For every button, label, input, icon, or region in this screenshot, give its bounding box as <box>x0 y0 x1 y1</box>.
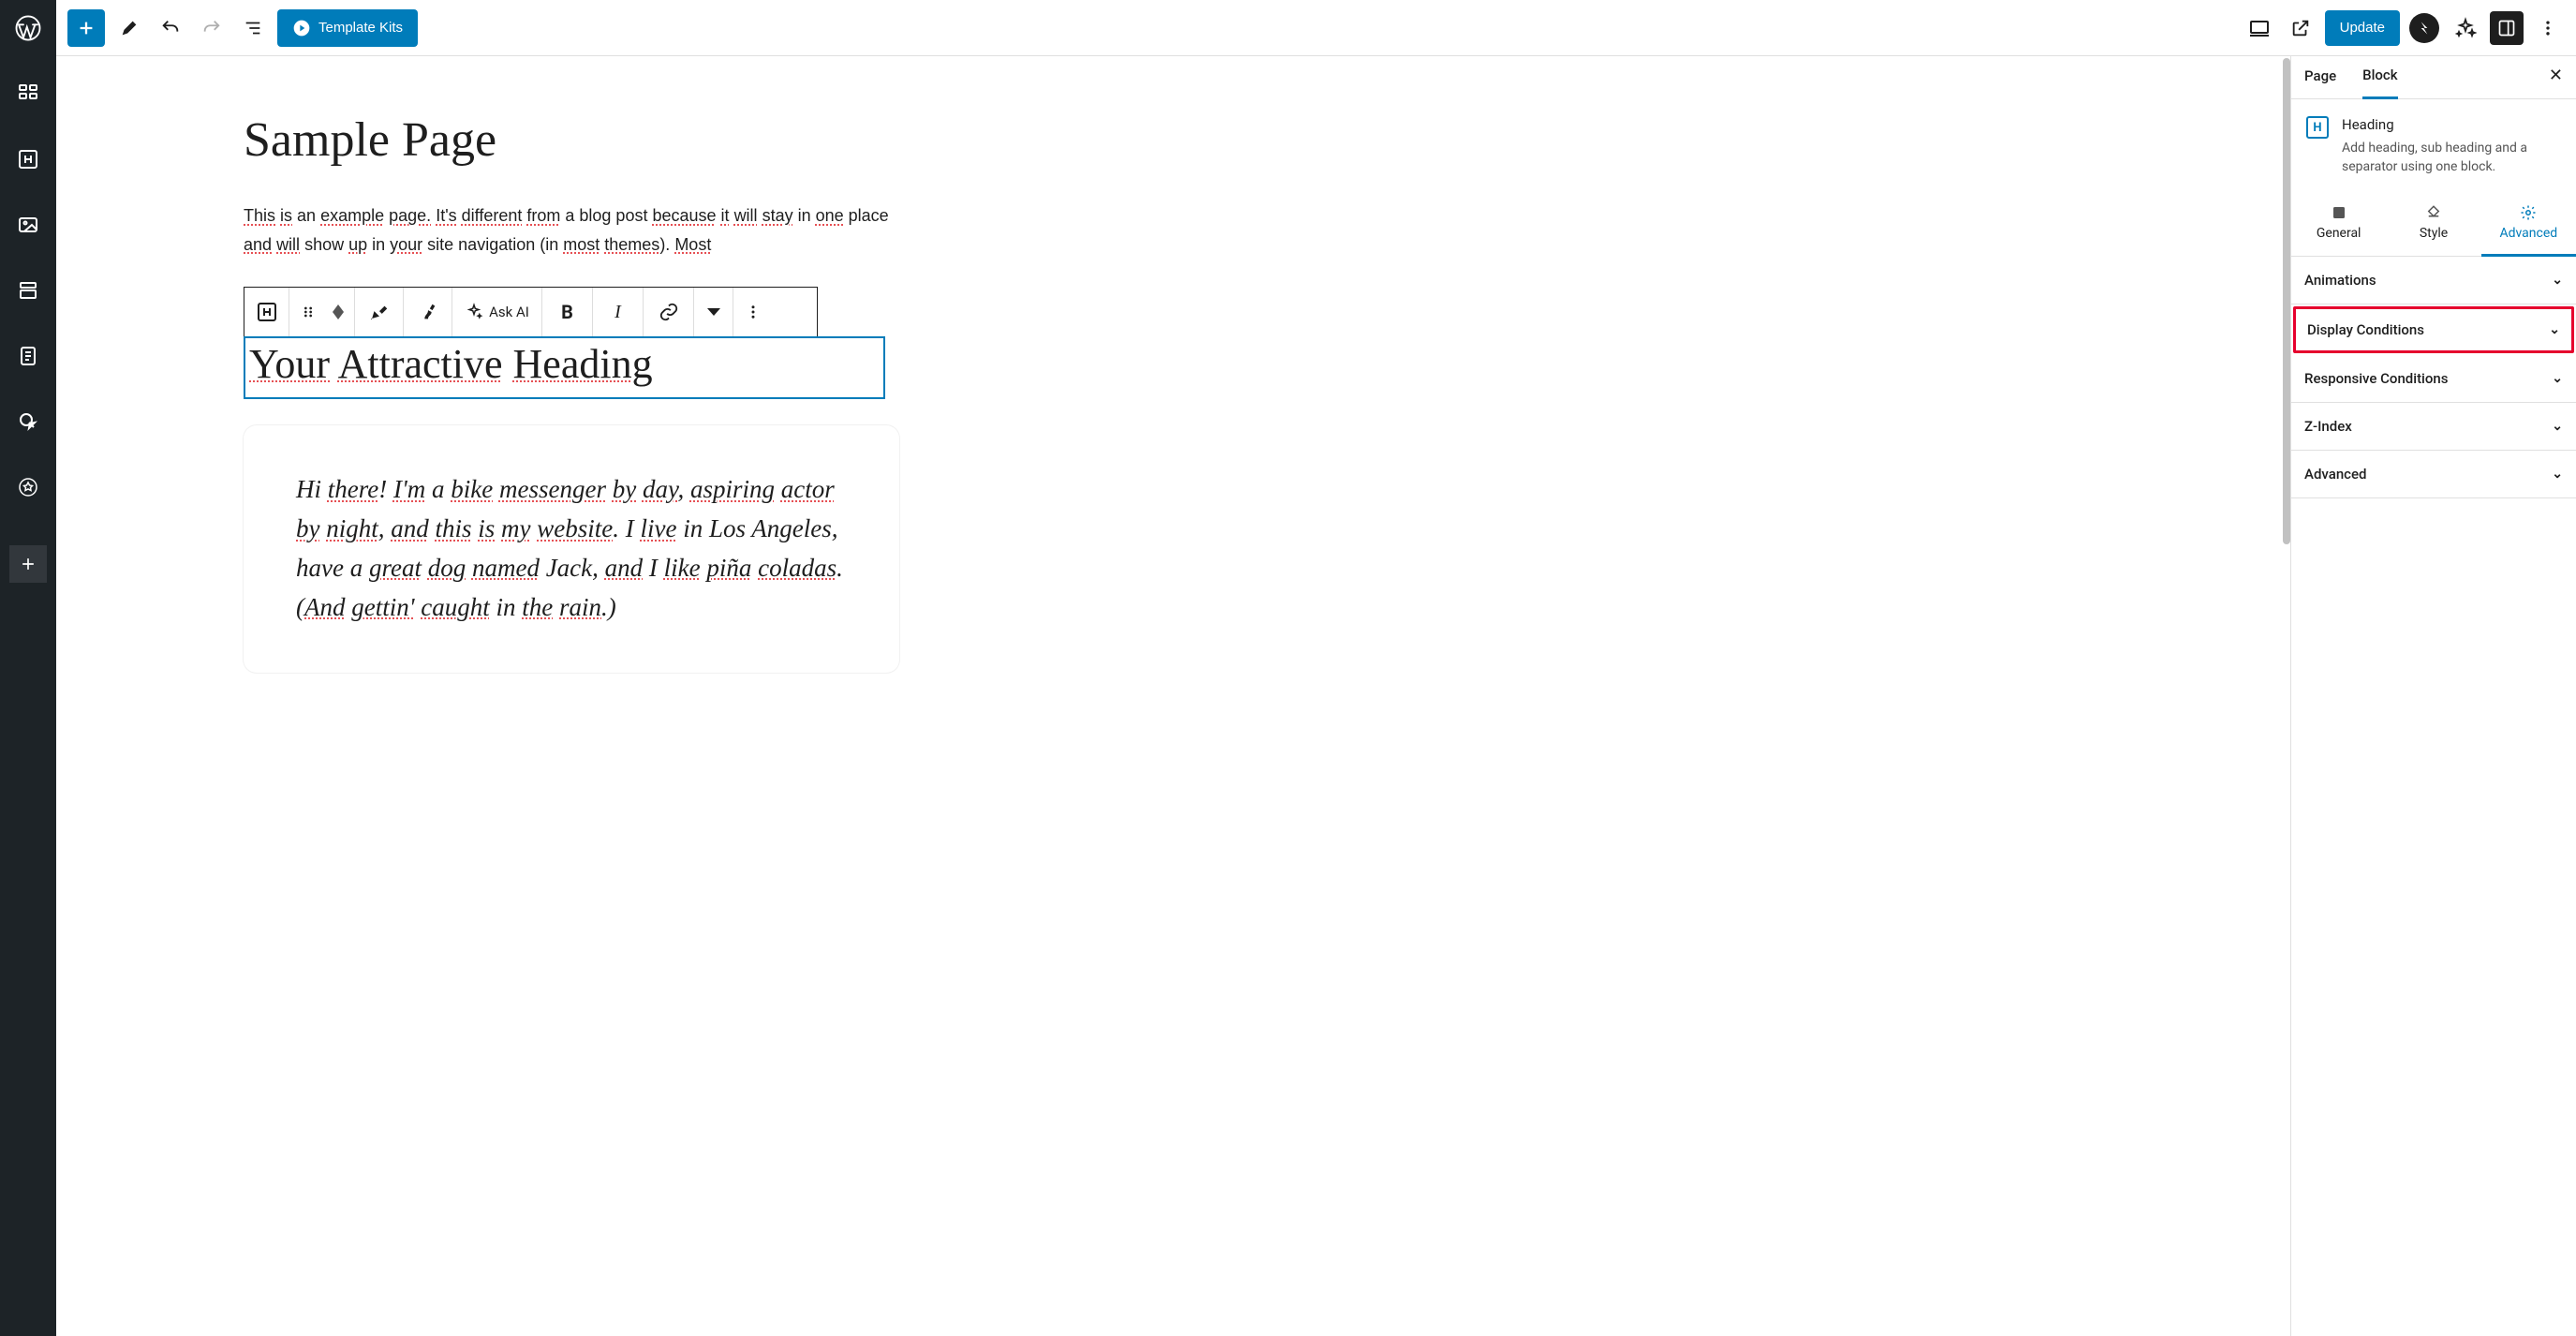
image-icon[interactable] <box>11 208 45 242</box>
block-inserter-button[interactable] <box>67 9 105 47</box>
view-page-button[interactable] <box>2284 11 2317 45</box>
scrollbar[interactable] <box>2283 58 2290 544</box>
edit-mode-button[interactable] <box>112 11 146 45</box>
subtab-advanced[interactable]: Advanced <box>2481 194 2576 257</box>
drag-handle-icon[interactable] <box>301 304 316 319</box>
panel-display-conditions[interactable]: Display Conditions ⌄ <box>2293 306 2574 353</box>
ask-ai-button[interactable]: Ask AI <box>452 288 542 336</box>
editor-toolbar: Template Kits Update <box>56 0 2576 56</box>
panel-z-index[interactable]: Z-Index ⌄ <box>2291 403 2576 451</box>
page-title[interactable]: Sample Page <box>244 112 899 168</box>
template-kits-button[interactable]: Template Kits <box>277 9 418 47</box>
spectra-button[interactable] <box>2407 11 2441 45</box>
ask-ai-label: Ask AI <box>489 304 529 320</box>
cursor-icon[interactable] <box>11 405 45 438</box>
italic-button[interactable]: I <box>593 288 644 336</box>
heading-block-icon[interactable] <box>11 142 45 176</box>
more-format-button[interactable] <box>694 288 733 336</box>
ai-button[interactable] <box>2449 11 2482 45</box>
wp-logo-icon[interactable] <box>11 11 45 45</box>
block-toolbar: Ask AI B I <box>244 287 818 337</box>
more-options-button[interactable] <box>2531 11 2565 45</box>
container-icon[interactable] <box>11 274 45 307</box>
editor-canvas[interactable]: Sample Page This is an example page. It'… <box>56 56 2290 1336</box>
template-kits-label: Template Kits <box>318 20 403 36</box>
link-button[interactable] <box>644 288 694 336</box>
subtab-general[interactable]: General <box>2291 194 2386 256</box>
block-type-button[interactable] <box>244 288 289 336</box>
undo-button[interactable] <box>154 11 187 45</box>
update-button[interactable]: Update <box>2325 10 2400 46</box>
device-preview-button[interactable] <box>2243 11 2276 45</box>
chevron-down-icon: ⌄ <box>2549 322 2560 337</box>
quote-block[interactable]: Hi there! I'm a bike messenger by day, a… <box>244 425 899 672</box>
block-description: Add heading, sub heading and a separator… <box>2342 139 2561 177</box>
heading-block[interactable]: Your Attractive Heading <box>244 336 885 399</box>
paste-style-button[interactable] <box>404 288 452 336</box>
heading-block-type-icon: H <box>2306 116 2329 139</box>
add-block-button[interactable] <box>9 545 47 583</box>
settings-toggle-button[interactable] <box>2490 11 2524 45</box>
chevron-down-icon: ⌄ <box>2552 371 2563 386</box>
intro-paragraph[interactable]: This is an example page. It's different … <box>244 201 899 259</box>
chevron-down-icon: ⌄ <box>2552 467 2563 482</box>
panel-animations[interactable]: Animations ⌄ <box>2291 257 2576 304</box>
page-icon[interactable] <box>11 339 45 373</box>
settings-sidebar: Page Block ✕ H Heading Add heading, sub … <box>2290 56 2576 1336</box>
star-icon[interactable] <box>11 470 45 504</box>
move-arrows[interactable] <box>333 304 344 319</box>
list-view-button[interactable] <box>236 11 270 45</box>
dashboard-icon[interactable] <box>11 77 45 111</box>
admin-sidebar <box>0 0 56 1336</box>
tab-block[interactable]: Block <box>2362 67 2397 99</box>
block-name-label: Heading <box>2342 116 2561 133</box>
chevron-down-icon: ⌄ <box>2552 419 2563 434</box>
tab-page[interactable]: Page <box>2304 67 2336 97</box>
close-sidebar-button[interactable]: ✕ <box>2549 66 2563 98</box>
chevron-down-icon: ⌄ <box>2552 273 2563 288</box>
redo-button[interactable] <box>195 11 229 45</box>
panel-advanced[interactable]: Advanced ⌄ <box>2291 451 2576 498</box>
panel-responsive-conditions[interactable]: Responsive Conditions ⌄ <box>2291 355 2576 403</box>
block-more-button[interactable] <box>733 288 773 336</box>
subtab-style[interactable]: Style <box>2386 194 2480 256</box>
bold-button[interactable]: B <box>542 288 593 336</box>
copy-style-button[interactable] <box>355 288 404 336</box>
